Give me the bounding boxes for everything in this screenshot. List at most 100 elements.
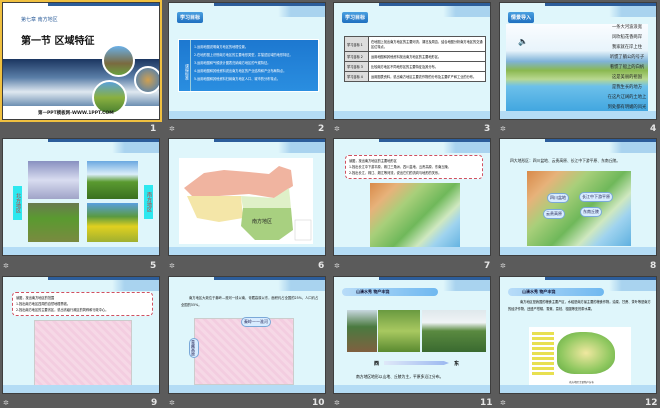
- slide-text: 南方地区是我国的粮食主要产区，水稻是南方最主要的粮食作物。油菜、甘蔗、茶叶等是南…: [508, 300, 651, 311]
- slide-number: 5: [150, 261, 157, 271]
- slide-thumbnail-2[interactable]: 学习目标 课程标准 1.运用地图说明南方地区的地理位置。 2.在地形图上识别南方…: [168, 2, 326, 120]
- map-legend: [532, 330, 554, 375]
- poem-line: 一条大河波浪宽: [611, 25, 643, 30]
- terrain-map: [527, 171, 631, 246]
- label-qinling-huaihe: 秦岭——淮河: [241, 317, 271, 327]
- west-label: 西: [374, 361, 380, 367]
- table-value: 运用地图和其他资料找出南方地区的主要地形区。: [368, 51, 486, 62]
- top-band: [334, 142, 490, 153]
- top-band: [500, 142, 656, 153]
- bottom-band: [500, 385, 656, 393]
- table-key: 学习目标 2: [344, 51, 369, 62]
- speaker-icon[interactable]: 🔈: [518, 37, 528, 46]
- slide-thumbnail-3[interactable]: 学习目标 学习目标 1 在地图上找出南方地区的主要河流、湖泊及周边，结合地图分析南…: [333, 2, 491, 120]
- bottom-band: [500, 247, 656, 255]
- south-label: 南方地区: [144, 185, 153, 219]
- products-map: 南方地区主要物产分布: [529, 327, 631, 388]
- section-header: 山清水秀 物产丰饶: [342, 288, 438, 296]
- slide-thumbnail-7[interactable]: 读图，找出南方地区的主要地形区 1.找出长江中下游平原、珠江三角洲、四川盆地、云…: [333, 138, 491, 256]
- animation-icon[interactable]: ✲: [334, 262, 340, 270]
- section-tag: 学习目标: [342, 12, 369, 23]
- china-map: 南方地区: [179, 158, 313, 244]
- top-bar: [48, 3, 159, 6]
- label-southeast-hills: 东南丘陵: [580, 207, 602, 217]
- slide-number: 2: [318, 124, 325, 134]
- inset-map: [294, 219, 312, 241]
- slide-text: 南方地区大致位于秦岭—淮河一线以南，青藏高原以东，面积约占全国的25%，人口约占…: [181, 296, 319, 307]
- poem-line: 风吹稻花香两岸: [611, 35, 643, 40]
- north-label: 北方地区: [13, 186, 22, 220]
- bottom-band: [334, 385, 490, 393]
- hills-photo: [87, 161, 138, 199]
- slide-number: 7: [484, 261, 491, 271]
- tibet-region: [187, 196, 243, 222]
- animation-icon[interactable]: ✲: [3, 262, 9, 270]
- slide-thumbnail-6[interactable]: 南方地区: [168, 138, 326, 256]
- bottom-band: [169, 247, 325, 255]
- question-box: 读图，找出南方地区的主要地形区 1.找出长江中下游平原、珠江三角洲、四川盆地、云…: [345, 155, 483, 179]
- bottom-band: [3, 385, 159, 393]
- slide-number: 3: [484, 124, 491, 134]
- objective-line: 4.运用地图和其他资料说出南方地区的产业结构和产业布局特点。: [194, 69, 287, 73]
- animation-icon[interactable]: ✲: [500, 262, 506, 270]
- label-yangtze-plain: 长江中下游平原: [579, 192, 613, 202]
- rapeseed-photo: [87, 203, 138, 242]
- slide-number: 11: [480, 398, 493, 408]
- chapter-label: 第七章 南方地区: [21, 17, 58, 23]
- poem-line: 看惯了船上的白帆: [609, 65, 645, 70]
- south-china-map: [557, 332, 615, 374]
- label-sichuan-basin: 四川盆地: [547, 193, 569, 203]
- objective-line: 5.运用地图和其他资料归纳南方地区人口、城市的分布特点。: [194, 77, 280, 81]
- table-value: 比较南方地区不同地形区的主要特征及其分布。: [368, 61, 486, 72]
- top-band: [3, 142, 159, 153]
- bottom-band: [169, 111, 325, 119]
- bottom-band: [500, 111, 656, 119]
- poem-line: 在这片辽阔的土地上: [607, 95, 647, 100]
- side-label: 课程标准: [179, 40, 191, 91]
- east-label: 东: [454, 361, 460, 367]
- slide-number: 1: [150, 124, 157, 134]
- slide-number: 12: [645, 398, 658, 408]
- table-value: 在地图上找出南方地区的主要河流、湖泊及周边，结合地图分析南方地区的交通区位特点。: [368, 36, 486, 52]
- poem-line: 这是美丽的祖国: [611, 75, 643, 80]
- slide-number: 6: [318, 261, 325, 271]
- animation-icon[interactable]: ✲: [169, 262, 175, 270]
- section-tag: 学习目标: [177, 12, 204, 23]
- section-title: 山清水秀 物产丰饶: [522, 289, 556, 294]
- caption: 南方地区地形以山地、丘陵为主，平原多沿江分布。: [356, 374, 444, 379]
- slide-number: 4: [650, 124, 657, 134]
- section-header: 山清水秀 物产丰饶: [508, 288, 604, 296]
- animation-icon[interactable]: ✲: [500, 125, 506, 133]
- slide-thumbnail-12[interactable]: 山清水秀 物产丰饶 南方地区是我国的粮食主要产区，水稻是南方最主要的粮食作物。油…: [499, 276, 657, 394]
- lake-photo: [422, 310, 486, 352]
- terrain-map: [370, 183, 460, 250]
- bottom-band: [334, 111, 490, 119]
- map-caption: 南方地区主要物产分布: [569, 381, 595, 384]
- bottom-band: [169, 385, 325, 393]
- slide-number: 9: [151, 398, 158, 408]
- slide-thumbnail-8[interactable]: 四大地形区：四川盆地、云贵高原、长江中下游平原、东南丘陵。 四川盆地 长江中下游…: [499, 138, 657, 256]
- objective-line: 2.在地形图上识别南方地区的主要地形类型，并描述区域的地形特征。: [194, 53, 293, 57]
- slide-thumbnail-4[interactable]: 情景导入 🔈 一条大河波浪宽 风吹稻花香两岸 我家就在岸上住 听惯了艄公的号子 …: [499, 2, 657, 120]
- table-key: 学习目标 4: [344, 71, 369, 82]
- china-regions-map: [184, 166, 312, 241]
- slide-number: 10: [312, 398, 325, 408]
- mountain-photo: [102, 44, 135, 77]
- animation-icon[interactable]: ✲: [169, 125, 175, 133]
- top-band: [169, 280, 325, 291]
- bottom-band: [3, 247, 159, 255]
- table-key: 学习目标 3: [344, 61, 369, 72]
- objective-line: 3.运用地图和气候统计图表归纳南方地区的气候特征。: [194, 61, 271, 65]
- farmland-photo: [28, 203, 79, 242]
- section-tag: 情景导入: [508, 12, 535, 23]
- footer-text: 第一PPT模板网-WWW.1PPT.COM: [38, 111, 114, 116]
- poem-line: 我家就在岸上住: [611, 45, 643, 50]
- slide-thumbnail-9[interactable]: 读图，找出南方地区的范围 1.找出南方地区四周的自然地理界线。 2.找出南方地区…: [2, 276, 160, 394]
- animation-icon[interactable]: ✲: [334, 125, 340, 133]
- poem-line: 是我生长的地方: [611, 85, 643, 90]
- table-key: 学习目标 1: [344, 36, 369, 52]
- slide-thumbnail-10[interactable]: 南方地区大致位于秦岭—淮河一线以南，青藏高原以东，面积约占全国的25%，人口约占…: [168, 276, 326, 394]
- slide-thumbnail-11[interactable]: 山清水秀 物产丰饶 西 东 南方地区地形以山地、丘陵为主，平原多沿江分布。: [333, 276, 491, 394]
- slide-thumbnail-1[interactable]: 第七章 南方地区 第一节 区域特征 第一PPT模板网-WWW.1PPT.COM: [0, 0, 162, 122]
- slide-thumbnail-5[interactable]: 北方地区 南方地区: [2, 138, 160, 256]
